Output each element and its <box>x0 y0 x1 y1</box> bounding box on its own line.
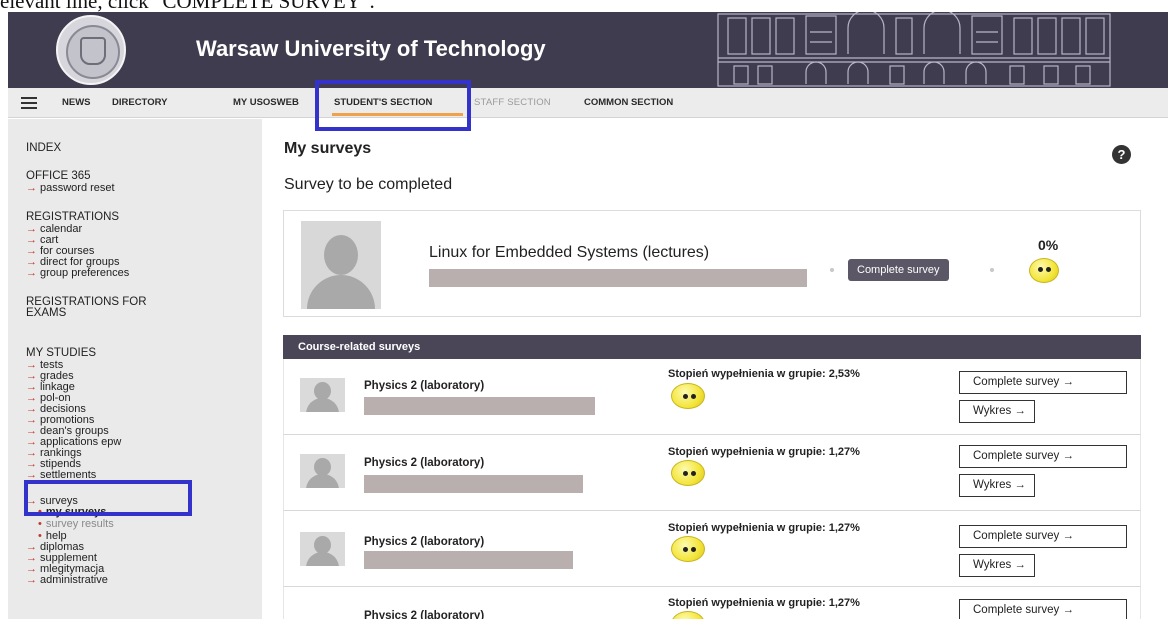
row-course-name: Physics 2 (laboratory) <box>364 380 485 392</box>
nav-common-section[interactable]: COMMON SECTION <box>584 97 673 108</box>
nav-staff-section[interactable]: STAFF SECTION <box>474 97 551 108</box>
avatar-placeholder-icon <box>300 378 345 412</box>
redacted-lecturer <box>364 551 573 569</box>
chart-button[interactable]: Wykres → <box>959 400 1035 423</box>
avatar-placeholder-icon <box>301 221 381 309</box>
table-row: Physics 2 (laboratory) Stopień wypełnien… <box>283 435 1141 511</box>
redacted-lecturer <box>429 269 807 287</box>
document-caption: elevant line, click "COMPLETE SURVEY". <box>0 0 1168 12</box>
sidebar-index[interactable]: INDEX <box>26 142 61 154</box>
university-seal-icon[interactable] <box>56 15 126 85</box>
section-subtitle: Survey to be completed <box>284 176 453 193</box>
smiley-face-icon <box>671 383 705 409</box>
university-title[interactable]: Warsaw University of Technology <box>196 36 546 62</box>
arrow-right-icon: → <box>26 574 37 586</box>
table-row: Physics 2 (laboratory) Stopień wypełnien… <box>283 359 1141 435</box>
arrow-right-icon: → <box>26 182 37 194</box>
sidebar-item-settlements[interactable]: → settlements <box>26 470 96 481</box>
help-icon[interactable]: ? <box>1112 145 1131 164</box>
sidebar-item-survey-results[interactable]: • survey results <box>38 519 114 530</box>
sidebar-registrations-heading: REGISTRATIONS <box>26 211 120 223</box>
separator-dot-icon <box>990 268 994 272</box>
sad-face-icon <box>1029 258 1059 283</box>
smiley-face-icon <box>671 536 705 562</box>
row-fill-stat: Stopień wypełnienia w grupie: 2,53% <box>668 368 860 380</box>
complete-survey-button[interactable]: Complete survey → <box>959 525 1127 548</box>
caption-text: elevant line, click "COMPLETE SURVEY". <box>0 0 375 12</box>
nav-students-section[interactable]: STUDENT'S SECTION <box>334 97 432 108</box>
sidebar-my-studies-heading: MY STUDIES <box>26 347 97 359</box>
row-course-name: Physics 2 (laboratory) <box>364 457 485 469</box>
building-illustration-icon <box>714 12 1114 88</box>
site-banner: Warsaw University of Technology <box>8 12 1168 88</box>
sidebar-item-password-reset[interactable]: → password reset <box>26 183 115 194</box>
pending-course-name: Linux for Embedded Systems (lectures) <box>429 244 710 261</box>
complete-survey-button[interactable]: Complete survey → <box>959 371 1127 394</box>
chart-button[interactable]: Wykres → <box>959 474 1035 497</box>
row-fill-stat: Stopień wypełnienia w grupie: 1,27% <box>668 522 860 534</box>
main-navbar: NEWS DIRECTORY MY USOSWEB STUDENT'S SECT… <box>8 88 1168 118</box>
sidebar-registrations-exams-2[interactable]: EXAMS <box>26 307 66 319</box>
completion-percent: 0% <box>1038 237 1059 253</box>
complete-survey-button[interactable]: Complete survey → <box>959 445 1127 468</box>
separator-dot-icon <box>830 268 834 272</box>
avatar-placeholder-icon <box>300 454 345 488</box>
chart-button[interactable]: Wykres → <box>959 554 1035 577</box>
table-row: Physics 2 (laboratory) Stopień wypełnien… <box>283 511 1141 587</box>
course-surveys-header: Course-related surveys <box>283 335 1141 359</box>
sidebar-item-group-preferences[interactable]: → group preferences <box>26 268 129 279</box>
arrow-right-icon: → <box>26 267 37 279</box>
arrow-right-icon: → <box>26 495 37 507</box>
pending-survey-card: Linux for Embedded Systems (lectures) Co… <box>283 210 1141 317</box>
bullet-icon: • <box>38 518 42 530</box>
hamburger-menu-icon[interactable] <box>21 97 37 109</box>
row-fill-stat: Stopień wypełnienia w grupie: 1,27% <box>668 446 860 458</box>
page-title: My surveys <box>284 140 372 157</box>
avatar-placeholder-icon <box>300 532 345 566</box>
table-row: Physics 2 (laboratory) Stopień wypełnien… <box>283 587 1141 619</box>
sidebar-office-heading: OFFICE 365 <box>26 170 91 182</box>
bullet-icon: • <box>38 506 42 518</box>
nav-my-usosweb[interactable]: MY USOSWEB <box>233 97 299 108</box>
smiley-face-icon <box>671 611 705 619</box>
redacted-lecturer <box>364 475 583 493</box>
row-fill-stat: Stopień wypełnienia w grupie: 1,27% <box>668 597 860 609</box>
complete-survey-button[interactable]: Complete survey <box>848 259 949 281</box>
row-course-name: Physics 2 (laboratory) <box>364 536 485 548</box>
arrow-right-icon: → <box>26 469 37 481</box>
sidebar-item-my-surveys[interactable]: • my surveys <box>38 507 106 518</box>
row-course-name: Physics 2 (laboratory) <box>364 610 485 619</box>
nav-news[interactable]: NEWS <box>62 97 91 108</box>
smiley-face-icon <box>671 460 705 486</box>
redacted-lecturer <box>364 397 595 415</box>
active-tab-indicator <box>332 113 463 116</box>
sidebar-item-administrative[interactable]: → administrative <box>26 575 108 586</box>
nav-directory[interactable]: DIRECTORY <box>112 97 167 108</box>
complete-survey-button[interactable]: Complete survey → <box>959 599 1127 619</box>
